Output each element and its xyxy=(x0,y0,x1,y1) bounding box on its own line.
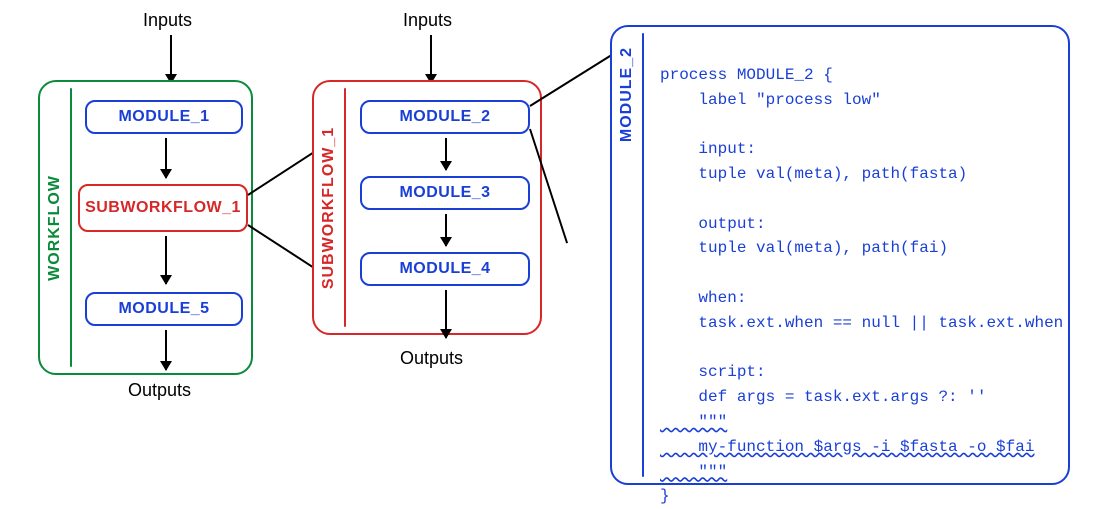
code-line-17: """ xyxy=(660,463,727,481)
module-2-panel-title: MODULE_2 xyxy=(618,47,636,142)
module-1-label: MODULE_1 xyxy=(118,108,209,126)
outputs-label-mid: Outputs xyxy=(400,348,463,369)
arrow-mod5-to-outputs xyxy=(165,330,167,370)
code-line-8: tuple val(meta), path(fai) xyxy=(660,239,948,257)
outputs-label-left: Outputs xyxy=(128,380,191,401)
workflow-title: WORKFLOW xyxy=(46,175,64,281)
module-5-label: MODULE_5 xyxy=(118,300,209,318)
subworkflow-1-label: SUBWORKFLOW_1 xyxy=(85,199,241,217)
arrow-mod4-to-outputs xyxy=(445,290,447,338)
code-line-18: } xyxy=(660,487,670,505)
code-line-2: label "process low" xyxy=(660,91,881,109)
inputs-label-mid: Inputs xyxy=(403,10,452,31)
module-4-label: MODULE_4 xyxy=(399,260,490,278)
arrow-mod3-to-mod4 xyxy=(445,214,447,246)
connector-sub-top xyxy=(247,150,317,196)
code-line-1: process MODULE_2 { xyxy=(660,66,833,84)
module-5-node: MODULE_5 xyxy=(85,292,243,326)
workflow-divider xyxy=(70,88,72,367)
code-line-10: when: xyxy=(660,289,746,307)
code-line-15: """ xyxy=(660,413,727,431)
connector-mod2-top xyxy=(529,52,615,107)
code-line-16: my-function $args -i $fasta -o $fai xyxy=(660,438,1034,456)
module-3-label: MODULE_3 xyxy=(399,184,490,202)
module-4-node: MODULE_4 xyxy=(360,252,530,286)
code-line-13: script: xyxy=(660,363,766,381)
module-2-node: MODULE_2 xyxy=(360,100,530,134)
code-line-11: task.ext.when == null || task.ext.when xyxy=(660,314,1063,332)
module-3-node: MODULE_3 xyxy=(360,176,530,210)
connector-sub-bottom xyxy=(247,224,317,270)
inputs-label-left: Inputs xyxy=(143,10,192,31)
module-2-divider xyxy=(642,33,644,477)
module-1-node: MODULE_1 xyxy=(85,100,243,134)
subworkflow-divider xyxy=(344,88,346,327)
code-line-4: input: xyxy=(660,140,756,158)
module-2-code: process MODULE_2 { label "process low" i… xyxy=(660,38,1063,509)
subworkflow-title: SUBWORKFLOW_1 xyxy=(320,126,338,288)
module-2-label: MODULE_2 xyxy=(399,108,490,126)
code-line-14: def args = task.ext.args ?: '' xyxy=(660,388,986,406)
arrow-inputs-to-mod2 xyxy=(430,35,432,83)
arrow-mod1-to-sub1 xyxy=(165,138,167,178)
arrow-mod2-to-mod3 xyxy=(445,138,447,170)
code-line-5: tuple val(meta), path(fasta) xyxy=(660,165,967,183)
arrow-sub1-to-mod5 xyxy=(165,236,167,284)
code-line-7: output: xyxy=(660,215,766,233)
subworkflow-1-node: SUBWORKFLOW_1 xyxy=(78,184,248,232)
arrow-inputs-to-mod1 xyxy=(170,35,172,83)
